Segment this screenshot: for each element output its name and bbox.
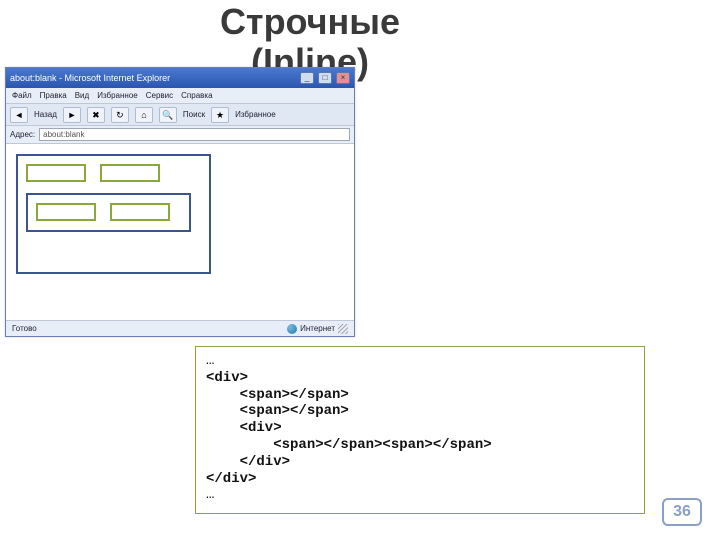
menu-edit[interactable]: Правка <box>40 91 67 100</box>
inline-box <box>26 164 86 182</box>
menu-favorites[interactable]: Избранное <box>97 91 138 100</box>
layout-inner-block <box>26 193 191 232</box>
favorites-button[interactable]: ★ <box>211 107 229 123</box>
inline-box <box>110 203 170 221</box>
content-area <box>6 144 354 320</box>
home-button[interactable]: ⌂ <box>135 107 153 123</box>
address-input[interactable]: about:blank <box>39 128 350 141</box>
address-label: Адрес: <box>10 130 35 139</box>
back-button[interactable]: ◄ <box>10 107 28 123</box>
browser-window: about:blank - Microsoft Internet Explore… <box>5 67 355 337</box>
stop-button[interactable]: ✖ <box>87 107 105 123</box>
code-panel: … <div> <span></span> <span></span> <div… <box>195 346 645 514</box>
toolbar: ◄ Назад ► ✖ ↻ ⌂ 🔍 Поиск ★ Избранное <box>6 104 354 126</box>
status-left: Готово <box>12 324 37 333</box>
statusbar: Готово Интернет <box>6 320 354 336</box>
layout-demo-outer <box>16 154 211 274</box>
code-line: </div> <box>206 471 256 487</box>
maximize-button[interactable]: □ <box>318 72 332 84</box>
inline-box <box>100 164 160 182</box>
status-right: Интернет <box>287 324 348 334</box>
code-line: </div> <box>206 454 290 470</box>
menu-view[interactable]: Вид <box>75 91 89 100</box>
titlebar: about:blank - Microsoft Internet Explore… <box>6 68 354 88</box>
code-line: … <box>206 353 214 369</box>
window-title: about:blank - Microsoft Internet Explore… <box>10 73 296 83</box>
close-button[interactable]: × <box>336 72 350 84</box>
menubar: Файл Правка Вид Избранное Сервис Справка <box>6 88 354 104</box>
search-button[interactable]: 🔍 <box>159 107 177 123</box>
page-number-badge: 36 <box>662 498 702 526</box>
code-line: <span></span><span></span> <box>206 437 492 453</box>
code-line: <div> <box>206 420 282 436</box>
code-line: <div> <box>206 370 248 386</box>
status-zone: Интернет <box>300 324 335 333</box>
addressbar: Адрес: about:blank <box>6 126 354 144</box>
code-line: … <box>206 487 214 503</box>
title-line1: Строчные <box>220 1 400 42</box>
code-line: <span></span> <box>206 403 349 419</box>
page-number: 36 <box>673 503 691 521</box>
menu-help[interactable]: Справка <box>181 91 212 100</box>
minimize-button[interactable]: _ <box>300 72 314 84</box>
forward-button[interactable]: ► <box>63 107 81 123</box>
refresh-button[interactable]: ↻ <box>111 107 129 123</box>
menu-file[interactable]: Файл <box>12 91 32 100</box>
code-line: <span></span> <box>206 387 349 403</box>
favorites-label: Избранное <box>235 110 276 119</box>
inline-box <box>36 203 96 221</box>
layout-row-1 <box>26 164 201 187</box>
resize-grip-icon <box>338 324 348 334</box>
search-label: Поиск <box>183 110 205 119</box>
globe-icon <box>287 324 297 334</box>
menu-tools[interactable]: Сервис <box>146 91 173 100</box>
back-label: Назад <box>34 110 57 119</box>
